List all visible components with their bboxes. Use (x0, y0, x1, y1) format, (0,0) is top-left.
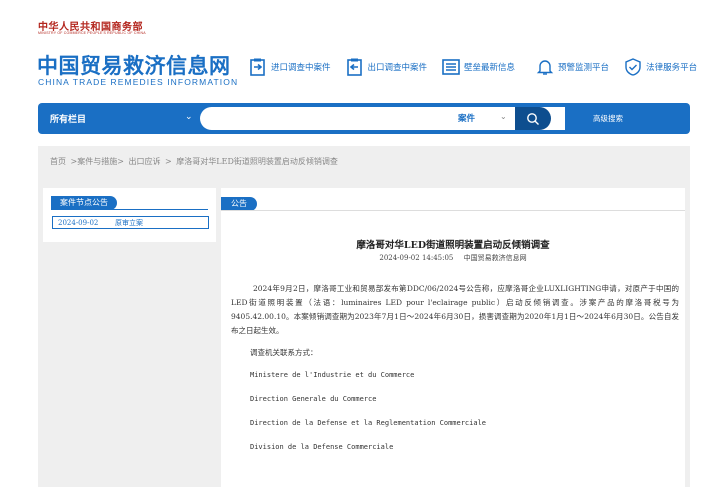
site-title-en: CHINA TRADE REMEDIES INFORMATION (38, 77, 239, 87)
breadcrumb-home[interactable]: 首页 (50, 157, 66, 166)
divider (221, 210, 685, 211)
contact-line: Direction Generale du Commerce (250, 395, 377, 403)
contact-heading: 调查机关联系方式： (250, 348, 318, 357)
advanced-search-link[interactable]: 高级搜索 (593, 113, 623, 124)
case-node-panel: 案件节点公告 2024-09-02 原审立案 (43, 188, 216, 242)
contact-line: Ministere de l'Industrie et du Commerce (250, 371, 415, 379)
barrier-info-icon (442, 59, 460, 75)
nav-import-label: 进口调查中案件 (271, 63, 331, 73)
article-source: 中国贸易救济信息网 (463, 254, 527, 262)
search-type-select[interactable]: 案件 (458, 112, 475, 124)
nav-warning-label: 预警监测平台 (558, 63, 610, 73)
shield-check-icon (625, 58, 641, 76)
ministry-name-en: MINISTRY OF COMMERCE PEOPLE'S REPUBLIC O… (38, 31, 146, 35)
case-node-item[interactable]: 2024-09-02 原审立案 (52, 216, 209, 229)
divider (51, 209, 208, 210)
bell-icon (536, 60, 554, 75)
chevron-down-icon[interactable]: ⌄ (185, 112, 193, 122)
search-button[interactable] (515, 107, 551, 130)
export-case-icon (346, 58, 362, 76)
case-node-tab[interactable]: 案件节点公告 (51, 196, 117, 210)
article-body: 2024年9月2日，摩洛哥工业和贸易部发布第DDC/06/2024号公告称，应摩… (231, 282, 679, 338)
nav-export-label: 出口调查中案件 (367, 63, 428, 73)
chevron-down-icon[interactable]: ⌄ (500, 112, 507, 121)
nav-legal-platform[interactable]: 法律服务平台 (623, 57, 697, 77)
article-datetime: 2024-09-02 14:45:05 (379, 254, 454, 262)
import-case-icon (250, 58, 265, 76)
node-label: 原审立案 (115, 218, 143, 227)
breadcrumb-export[interactable]: 出口应诉 (129, 157, 161, 166)
site-header: 中华人民共和国商务部 MINISTRY OF COMMERCE PEOPLE'S… (0, 0, 726, 102)
contact-line: Direction de la Defense et la Reglementa… (250, 419, 487, 427)
announcement-panel: 公告 摩洛哥对华LED街道照明装置启动反倾销调查 2024-09-02 14:4… (221, 188, 685, 487)
breadcrumb-current: 摩洛哥对华LED街道照明装置启动反倾销调查 (176, 157, 338, 166)
nav-barrier-label: 壁垒最新信息 (464, 63, 516, 73)
article-paragraph: 2024年9月2日，摩洛哥工业和贸易部发布第DDC/06/2024号公告称，应摩… (231, 284, 679, 335)
search-bar: 所有栏目 ⌄ 案件 ⌄ 高级搜索 (38, 103, 690, 134)
category-select[interactable]: 所有栏目 (50, 112, 86, 125)
breadcrumb-cases[interactable]: >案件与措施> (71, 157, 124, 166)
nav-legal-label: 法律服务平台 (646, 63, 698, 73)
top-nav: 进口调查中案件 出口调查中案件 壁垒最新信息 预警监测平台 法律服务平台 (248, 57, 711, 77)
search-icon (527, 112, 539, 125)
nav-export-cases[interactable]: 出口调查中案件 (345, 57, 428, 77)
breadcrumb-separator: > (165, 157, 172, 166)
site-title[interactable]: 中国贸易救济信息网 (37, 50, 231, 80)
nav-import-cases[interactable]: 进口调查中案件 (248, 57, 331, 77)
nav-barrier-info[interactable]: 壁垒最新信息 (441, 57, 515, 77)
nav-warning-platform[interactable]: 预警监测平台 (535, 57, 609, 77)
breadcrumb: 首页 >案件与措施> 出口应诉 > 摩洛哥对华LED街道照明装置启动反倾销调查 (50, 156, 340, 167)
node-date: 2024-09-02 (58, 218, 99, 227)
article-title: 摩洛哥对华LED街道照明装置启动反倾销调查 (356, 240, 550, 251)
announcement-tab[interactable]: 公告 (221, 197, 257, 211)
contact-line: Division de la Defense Commerciale (250, 443, 394, 451)
search-input[interactable] (200, 107, 565, 130)
article-meta: 2024-09-02 14:45:05 中国贸易救济信息网 (221, 253, 685, 263)
